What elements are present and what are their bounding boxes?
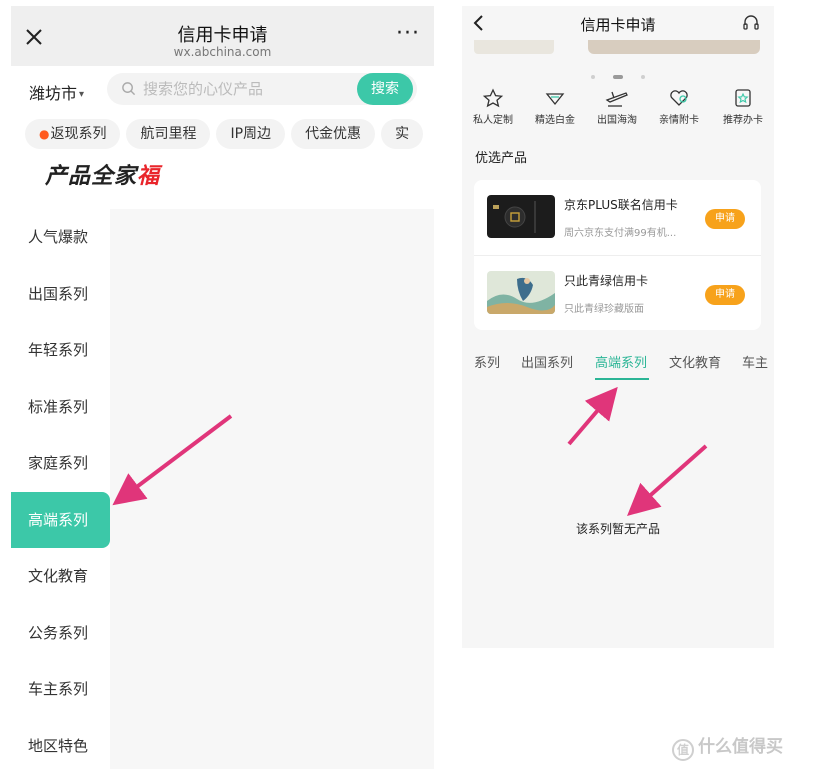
flame-icon: ● [39,127,50,141]
chip-airline-miles[interactable]: 航司里程 [126,119,211,149]
category-chips: ●返现系列 航司里程 IP周边 代金优惠实 [25,119,434,149]
quick-entry-row: 私人定制 精选白金 出国海淘 亲情附卡 推荐办卡 [462,88,774,132]
carousel-dot [641,74,645,79]
heart-icon [670,90,688,106]
sidebar-item-family[interactable]: 家庭系列 [11,435,110,492]
sidebar-item-overseas[interactable]: 出国系列 [11,266,110,323]
card-thumbnail [487,271,555,314]
badge-icon [735,89,751,107]
page-title: 信用卡申请 [580,16,656,34]
sidebar-item-popular[interactable]: 人气爆款 [11,209,110,266]
plane-icon [605,91,628,107]
section-title: 优选产品 [475,151,528,166]
app-header: 信用卡申请 [462,6,774,40]
sidebar-item-premium[interactable]: 高端系列 [11,491,110,548]
city-label: 潍坊市 [29,84,78,103]
watermark: 值什么值得买 [672,732,783,761]
entry-family-card[interactable]: 亲情附卡 [648,88,710,126]
sidebar-item-culture[interactable]: 文化教育 [11,548,110,605]
series-tabs: 系列 出国系列 高端系列 文化教育 车主 [462,352,774,382]
carousel-dot-active [613,74,623,79]
banner-image[interactable] [588,40,760,54]
watermark-badge-icon: 值 [672,739,694,761]
chip-ip[interactable]: IP周边 [216,119,286,149]
product-name: 京东PLUS联名信用卡 [564,198,678,212]
page-title: 信用卡申请 [177,25,268,46]
page-url: wx.abchina.com [173,45,272,59]
tab-series[interactable]: 系列 [474,352,500,371]
active-tab-indicator [595,378,649,380]
carousel-dots [462,66,774,85]
product-desc: 只此青绿珍藏版面 [564,304,644,315]
star-icon [482,88,504,108]
more-menu-icon[interactable]: ··· [396,23,420,45]
top-nav-bar: 信用卡申请 wx.abchina.com ··· [11,6,434,66]
tab-overseas[interactable]: 出国系列 [521,352,573,371]
tab-culture[interactable]: 文化教育 [669,352,721,371]
list-item[interactable]: 只此青绿信用卡 只此青绿珍藏版面 申请 [474,255,761,330]
apply-button[interactable]: 申请 [705,209,745,229]
tab-premium[interactable]: 高端系列 [595,352,647,371]
search-icon [122,82,136,96]
search-input[interactable]: 搜索您的心仪产品 [143,73,263,105]
city-selector[interactable]: 潍坊市 ▾ [29,80,84,104]
caret-down-icon: ▾ [79,89,85,100]
entry-recommend[interactable]: 推荐办卡 [712,88,774,126]
brand-banner: 产品全家福 [45,164,161,189]
list-item[interactable]: 京东PLUS联名信用卡 周六京东支付满99有机... 申请 [474,180,761,255]
tab-car-owner[interactable]: 车主 [742,352,768,371]
headset-icon[interactable] [742,14,760,32]
sidebar-item-standard[interactable]: 标准系列 [11,379,110,436]
entry-platinum[interactable]: 精选白金 [524,88,586,126]
banner-image[interactable] [474,40,554,54]
category-sidebar: 人气爆款 出国系列 年轻系列 标准系列 家庭系列 高端系列 文化教育 公务系列 … [11,209,110,769]
sidebar-item-car-owner[interactable]: 车主系列 [11,661,110,718]
featured-products-card: 京东PLUS联名信用卡 周六京东支付满99有机... 申请 只此青绿信用卡 只此… [474,180,761,330]
product-desc: 周六京东支付满99有机... [564,228,677,239]
apply-button[interactable]: 申请 [705,285,745,305]
card-thumbnail [487,195,555,238]
sidebar-item-regional[interactable]: 地区特色 [11,718,110,770]
sidebar-item-official[interactable]: 公务系列 [11,605,110,662]
sidebar-item-youth[interactable]: 年轻系列 [11,322,110,379]
chip-cashback[interactable]: ●返现系列 [25,119,121,149]
right-screenshot: 信用卡申请 私人定制 精选白金 出国海淘 亲情附卡 推荐办卡 优选产品 京东PL… [462,6,774,648]
left-screenshot: 信用卡申请 wx.abchina.com ··· 潍坊市 ▾ 搜索您的心仪产品 搜… [11,6,434,769]
entry-overseas[interactable]: 出国海淘 [586,88,648,126]
search-button[interactable]: 搜索 [357,73,413,105]
product-list-area [110,209,434,769]
diamond-icon [545,93,565,106]
carousel-dot [591,74,595,79]
chip-more[interactable]: 实 [381,119,424,149]
product-name: 只此青绿信用卡 [564,274,649,288]
entry-private-custom[interactable]: 私人定制 [462,88,524,126]
chip-voucher[interactable]: 代金优惠 [291,119,376,149]
empty-state-text: 该系列暂无产品 [575,522,660,536]
